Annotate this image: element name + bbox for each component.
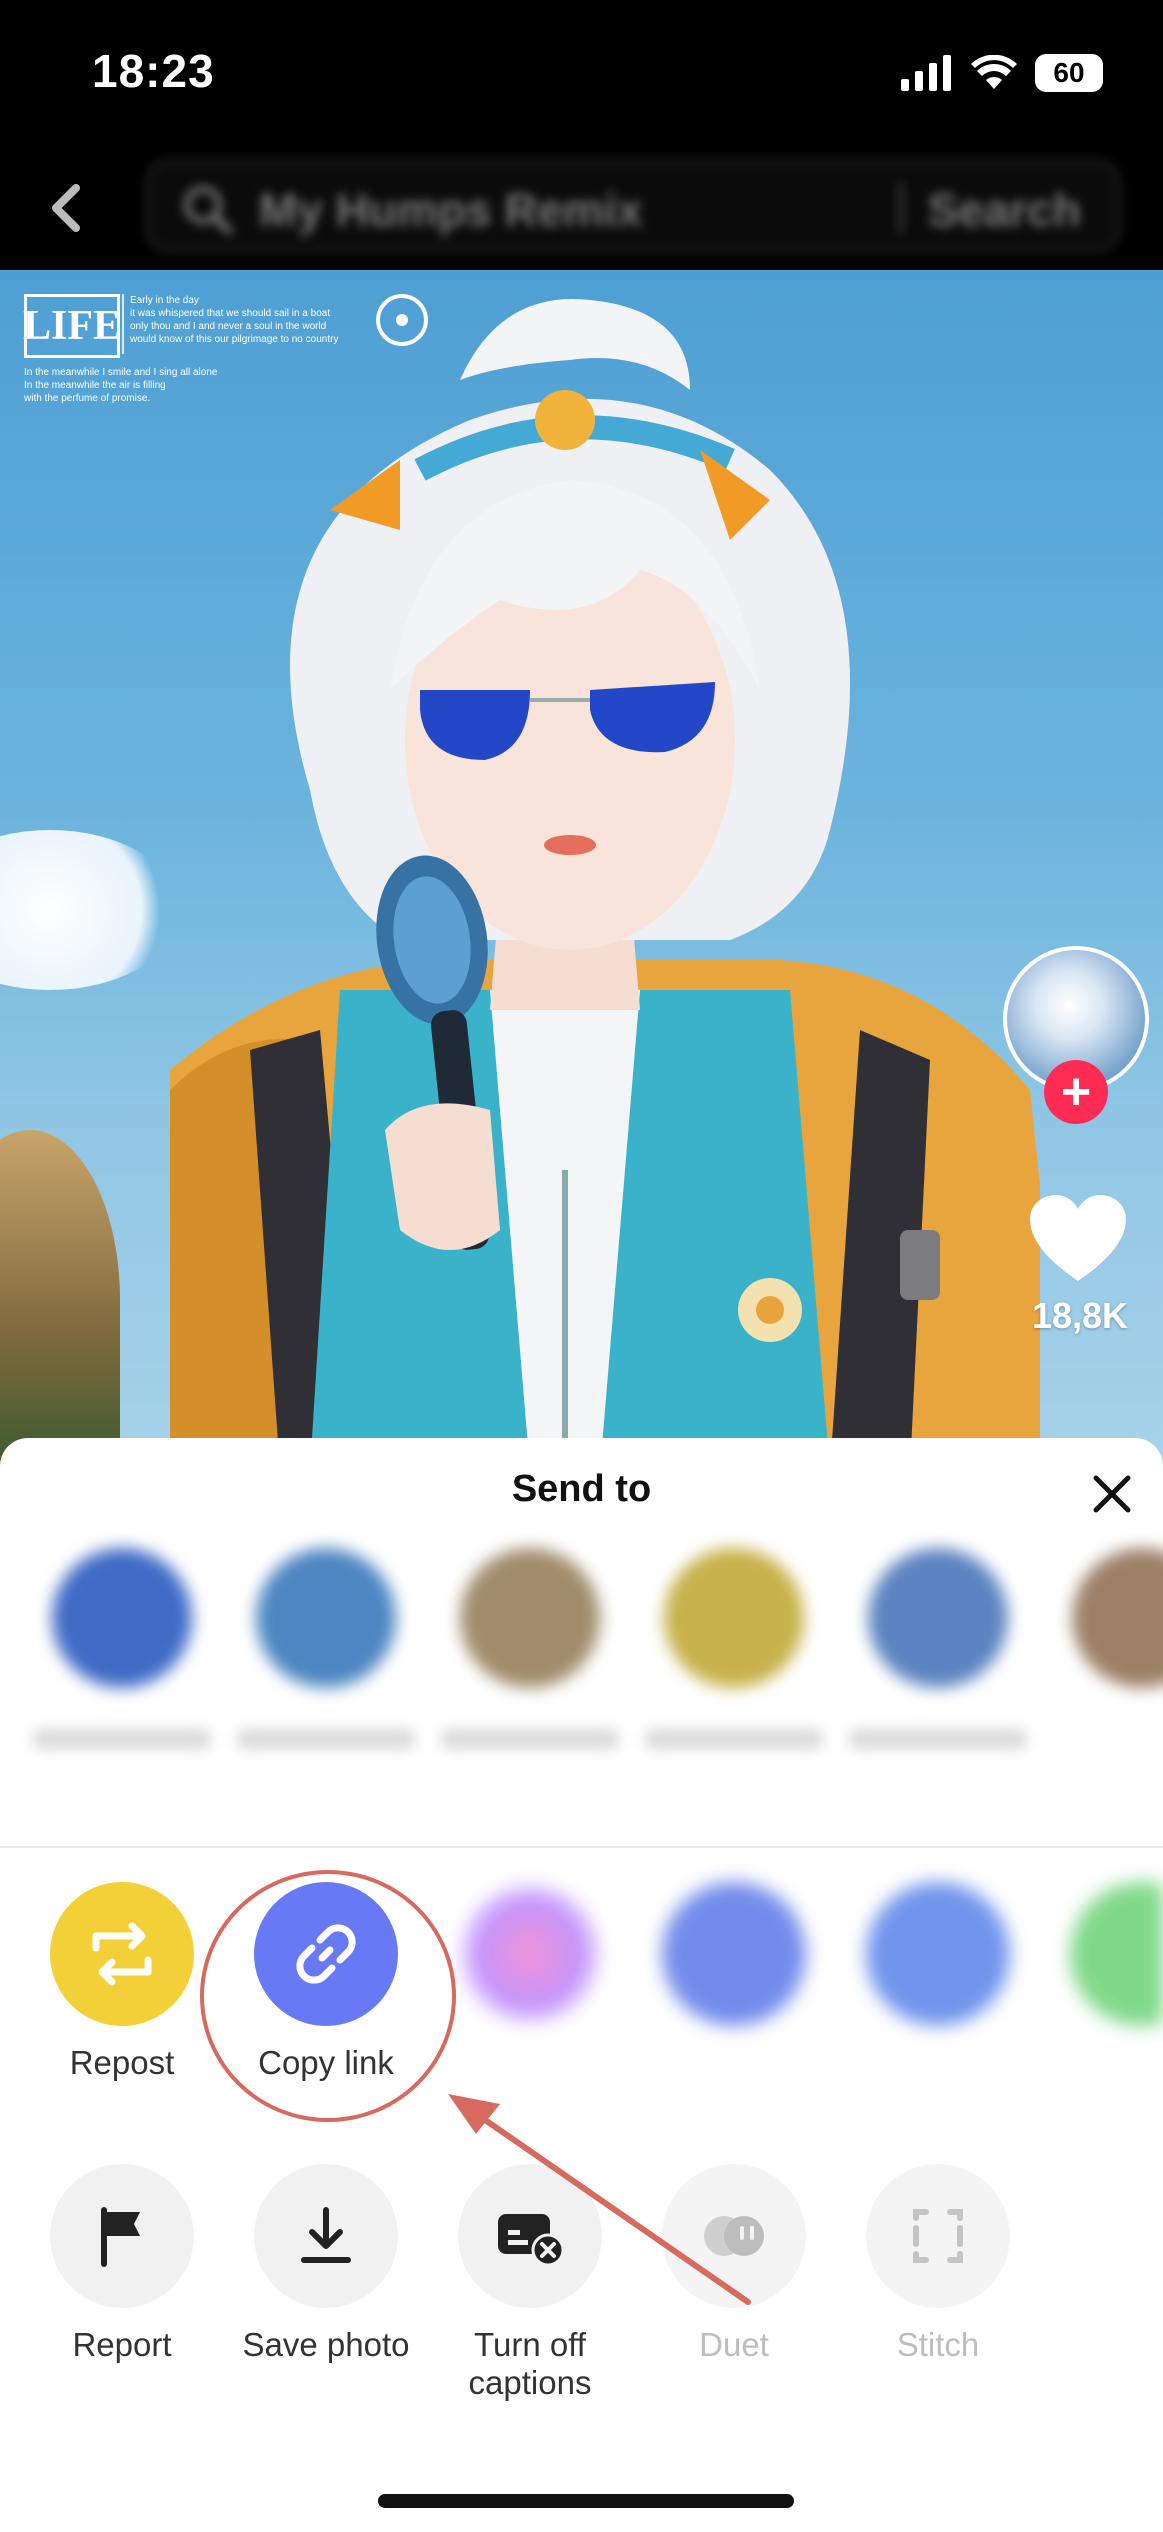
contact-name: [440, 1728, 620, 1750]
like-count: 18,8K: [1031, 1295, 1129, 1336]
download-icon: [301, 2207, 351, 2263]
cellular-signal-icon: [901, 55, 951, 91]
back-arrow-icon[interactable]: [38, 178, 98, 238]
stitch-icon: [913, 2209, 963, 2263]
status-icons: 60: [901, 50, 1103, 96]
search-header: My Humps Remix Search: [0, 140, 1163, 406]
search-input[interactable]: My Humps Remix Search: [146, 160, 1120, 252]
overlay-logo: LIFE: [23, 294, 121, 358]
turn-off-captions-button[interactable]: Turn off captions: [430, 2164, 630, 2402]
duet-icon: [704, 2216, 764, 2256]
share-app-button[interactable]: [838, 1882, 1038, 2026]
home-indicator[interactable]: [378, 2494, 794, 2508]
status-time: 18:23: [92, 45, 215, 97]
contact-avatar[interactable]: [460, 1548, 600, 1688]
search-button[interactable]: Search: [928, 183, 1081, 237]
repost-icon: [92, 1922, 152, 1986]
report-label: Report: [72, 2326, 172, 2363]
biohazard-icon: [376, 294, 428, 346]
follow-button[interactable]: +: [1044, 1060, 1108, 1124]
contact-name: [644, 1728, 824, 1750]
contact-avatar[interactable]: [1072, 1548, 1163, 1688]
search-divider: [899, 183, 903, 233]
flag-icon: [101, 2207, 140, 2267]
battery-indicator: 60: [1035, 54, 1103, 92]
search-icon: [184, 186, 233, 235]
contact-avatar[interactable]: [256, 1548, 396, 1688]
contact-name: [32, 1728, 212, 1750]
stitch-label: Stitch: [896, 2326, 980, 2363]
share-app-button[interactable]: [634, 1882, 834, 2026]
background-cloud: [0, 830, 180, 990]
save-photo-button[interactable]: Save photo: [226, 2164, 426, 2364]
video-player[interactable]: LIFE Early in the day it was whispered t…: [0, 270, 1163, 1470]
contact-avatar[interactable]: [868, 1548, 1008, 1688]
share-sheet-title: Send to: [511, 1468, 652, 1510]
turn-off-captions-label: Turn off captions: [468, 2326, 592, 2401]
highlight-circle-annotation: [200, 1870, 456, 2122]
like-heart-icon[interactable]: [1030, 1195, 1126, 1285]
duet-label: Duet: [699, 2326, 769, 2363]
background-tree: [0, 1130, 120, 1470]
overlay-caption: Early in the day it was whispered that w…: [122, 294, 370, 354]
repost-button[interactable]: Repost: [22, 1882, 222, 2082]
share-app-button[interactable]: [430, 1882, 630, 2026]
wifi-icon: [971, 55, 1017, 89]
overlay-subcaption: In the meanwhile I smile and I sing all …: [24, 367, 218, 404]
contact-name: [236, 1728, 416, 1750]
sheet-divider: [0, 1846, 1163, 1848]
contact-avatar[interactable]: [664, 1548, 804, 1688]
report-button[interactable]: Report: [22, 2164, 222, 2364]
anime-girl-illustration: [170, 299, 1040, 1470]
share-sheet: Send to Repost Copy link Report Save pho…: [0, 1438, 1163, 2532]
captions-off-icon: [498, 2214, 565, 2267]
contact-name: [848, 1728, 1028, 1750]
search-query-text: My Humps Remix: [259, 184, 643, 236]
duet-button[interactable]: Duet: [634, 2164, 834, 2364]
close-icon[interactable]: [1090, 1472, 1134, 1516]
stitch-button[interactable]: Stitch: [838, 2164, 1038, 2364]
save-photo-label: Save photo: [242, 2326, 410, 2363]
repost-label: Repost: [69, 2044, 175, 2081]
share-app-button[interactable]: [1042, 1882, 1163, 2026]
contact-avatar[interactable]: [52, 1548, 192, 1688]
status-bar: 18:23 60: [0, 0, 1163, 140]
